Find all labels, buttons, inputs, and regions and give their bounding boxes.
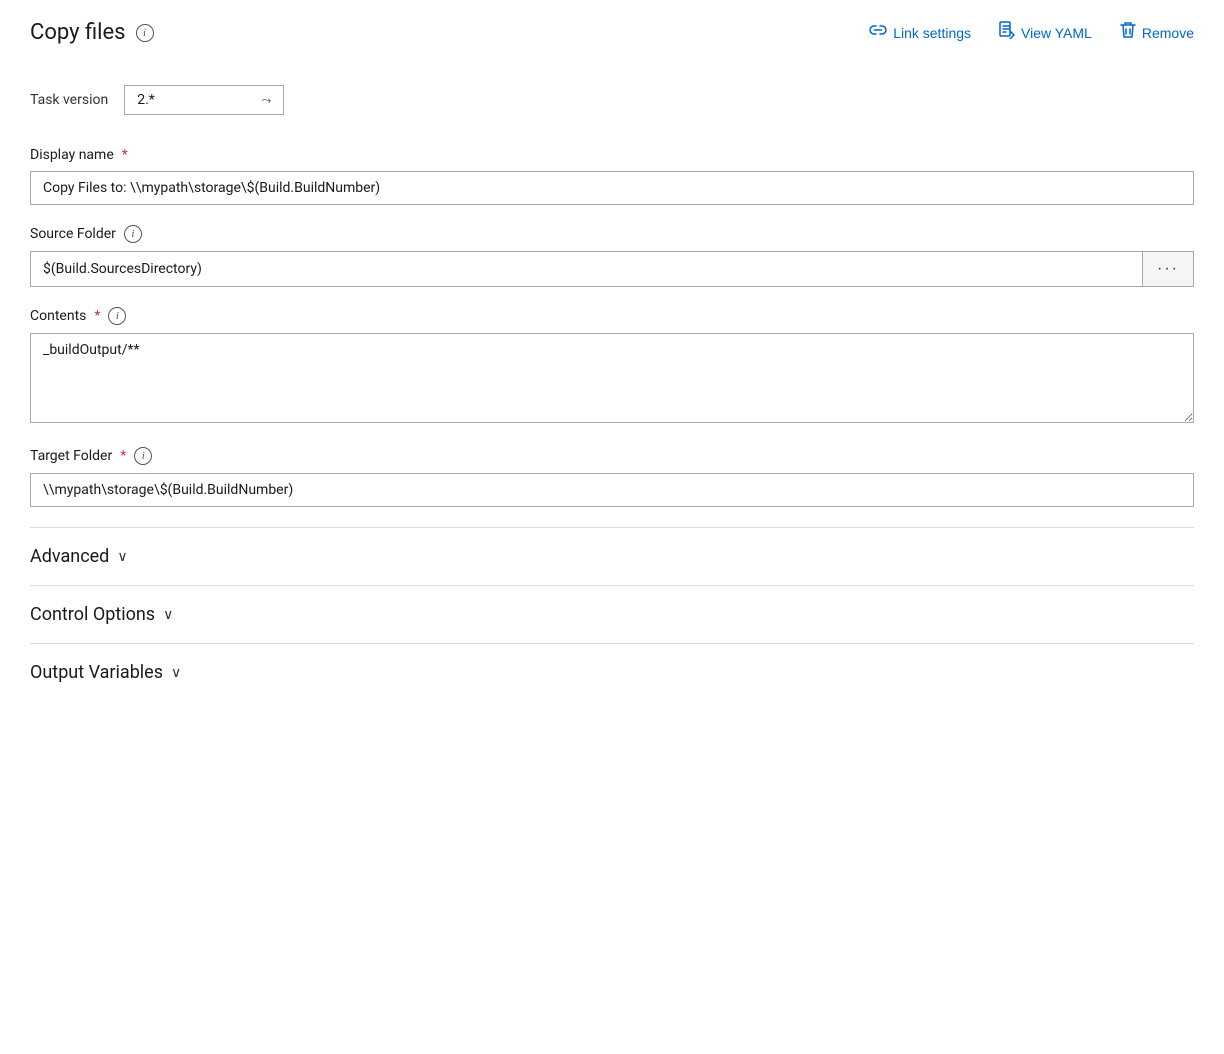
control-options-chevron-icon: ∨	[163, 607, 173, 623]
source-folder-label-row: Source Folder i	[30, 225, 1194, 243]
control-options-label: Control Options	[30, 604, 155, 625]
yaml-icon	[999, 21, 1015, 44]
contents-textarea[interactable]	[30, 333, 1194, 423]
control-options-section[interactable]: Control Options ∨	[30, 585, 1194, 643]
contents-label-row: Contents * i	[30, 307, 1194, 325]
ellipsis-icon: ···	[1157, 260, 1179, 278]
source-folder-wrapper: ···	[30, 251, 1194, 287]
contents-label: Contents	[30, 308, 86, 324]
source-folder-ellipsis-button[interactable]: ···	[1143, 251, 1194, 287]
source-folder-info-icon[interactable]: i	[124, 225, 142, 243]
output-variables-chevron-icon: ∨	[171, 665, 181, 681]
task-version-chevron: ⤳	[262, 93, 272, 108]
remove-icon	[1120, 21, 1136, 44]
header-left: Copy files i	[30, 20, 154, 45]
display-name-label-row: Display name *	[30, 147, 1194, 163]
source-folder-label: Source Folder	[30, 226, 116, 242]
task-version-select[interactable]: 2.* ⤳	[124, 85, 284, 115]
advanced-chevron-icon: ∨	[117, 549, 127, 565]
remove-label: Remove	[1142, 25, 1194, 41]
task-version-label: Task version	[30, 92, 108, 108]
target-folder-label: Target Folder	[30, 448, 112, 464]
page-title: Copy files	[30, 20, 126, 45]
header-actions: Link settings View YAML Remove	[869, 21, 1194, 44]
task-version-row: Task version 2.* ⤳	[30, 85, 1194, 115]
advanced-section[interactable]: Advanced ∨	[30, 527, 1194, 585]
target-folder-required: *	[120, 448, 126, 464]
view-yaml-button[interactable]: View YAML	[999, 21, 1092, 44]
remove-button[interactable]: Remove	[1120, 21, 1194, 44]
source-folder-field-group: Source Folder i ···	[30, 225, 1194, 287]
contents-field-group: Contents * i	[30, 307, 1194, 427]
task-version-value: 2.*	[137, 92, 155, 108]
view-yaml-label: View YAML	[1021, 25, 1092, 41]
display-name-field-group: Display name *	[30, 147, 1194, 205]
contents-info-icon[interactable]: i	[108, 307, 126, 325]
target-folder-input[interactable]	[30, 473, 1194, 507]
link-settings-label: Link settings	[893, 25, 971, 41]
target-folder-label-row: Target Folder * i	[30, 447, 1194, 465]
source-folder-input[interactable]	[30, 251, 1143, 287]
advanced-header: Advanced ∨	[30, 546, 1194, 567]
target-folder-field-group: Target Folder * i	[30, 447, 1194, 507]
page-header: Copy files i Link settings View YAML	[30, 20, 1194, 53]
output-variables-header: Output Variables ∨	[30, 662, 1194, 683]
control-options-header: Control Options ∨	[30, 604, 1194, 625]
output-variables-label: Output Variables	[30, 662, 163, 683]
link-icon	[869, 23, 887, 42]
title-info-icon[interactable]: i	[136, 24, 154, 42]
link-settings-button[interactable]: Link settings	[869, 23, 971, 42]
output-variables-section[interactable]: Output Variables ∨	[30, 643, 1194, 701]
display-name-label: Display name	[30, 147, 114, 163]
target-folder-info-icon[interactable]: i	[134, 447, 152, 465]
advanced-label: Advanced	[30, 546, 109, 567]
contents-required: *	[94, 308, 100, 324]
display-name-input[interactable]	[30, 171, 1194, 205]
display-name-required: *	[122, 147, 128, 163]
